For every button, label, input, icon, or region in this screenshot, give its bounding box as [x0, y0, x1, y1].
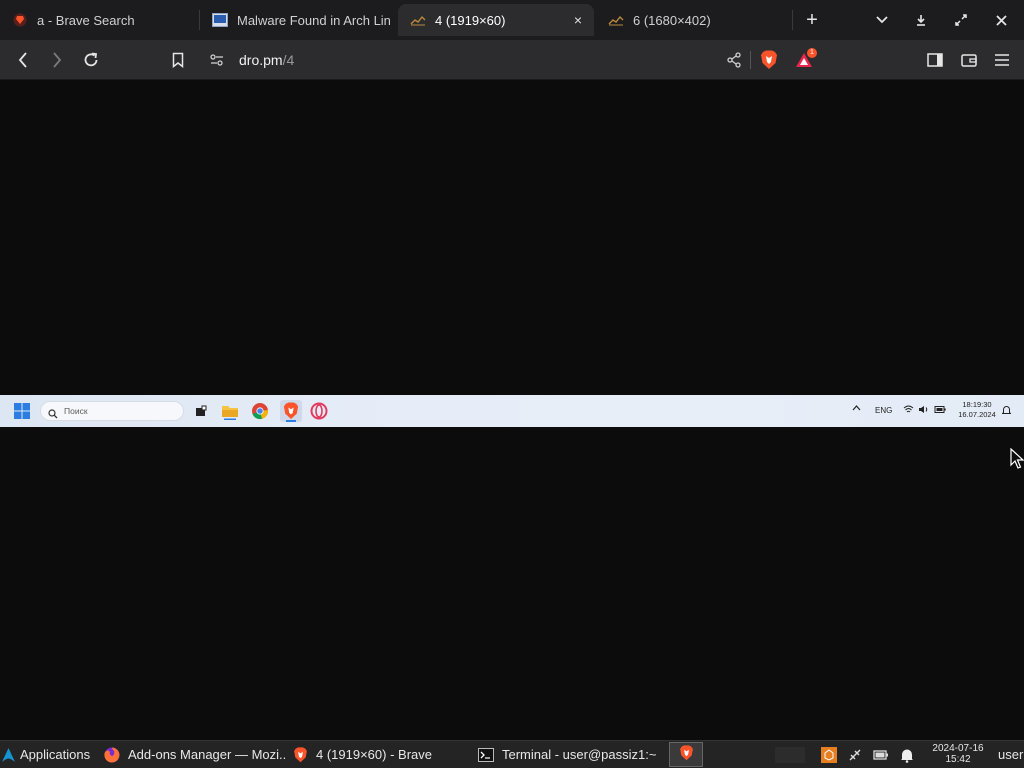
- brave-launcher-icon: [679, 745, 694, 764]
- url-host: dro.pm: [239, 52, 283, 68]
- package-updates-icon[interactable]: [821, 747, 837, 763]
- wifi-icon: [903, 405, 914, 416]
- taskbar-item-terminal[interactable]: Terminal - user@passiz1:~: [474, 741, 662, 768]
- applications-label: Applications: [20, 747, 91, 762]
- tab-title: 4 (1919×60): [435, 12, 506, 28]
- terminal-icon: [478, 747, 494, 763]
- sidebar-toggle-icon[interactable]: [923, 48, 947, 72]
- arch-logo-icon: [2, 747, 16, 763]
- bell-icon: [1001, 405, 1012, 417]
- search-icon: [48, 406, 58, 424]
- windows-time: 18:19:30: [962, 400, 992, 409]
- menu-icon[interactable]: [990, 48, 1014, 72]
- taskbar-clock[interactable]: 2024-07-16 15:42: [926, 743, 990, 765]
- tab-separator: [792, 10, 793, 30]
- tab-image-6[interactable]: 6 (1680×402): [596, 4, 790, 36]
- share-icon[interactable]: [726, 52, 742, 73]
- back-arrow-icon[interactable]: [11, 48, 35, 72]
- brave-search-icon: [12, 12, 28, 28]
- tab-malware-article[interactable]: Malware Found in Arch Lin: [200, 4, 390, 36]
- notifications-badge: 1: [807, 48, 817, 58]
- clock-date: 2024-07-16: [932, 743, 984, 754]
- tab-brave-search[interactable]: a - Brave Search: [0, 4, 198, 36]
- address-bar[interactable]: dro.pm/4 1: [202, 46, 820, 74]
- windows-date: 16.07.2024: [958, 410, 996, 419]
- network-disconnected-icon[interactable]: [847, 747, 863, 763]
- minimize-icon[interactable]: [909, 8, 933, 32]
- file-explorer-icon: [221, 402, 239, 420]
- image-icon: [608, 12, 624, 28]
- taskbar-item-firefox[interactable]: Add-ons Manager — Mozi...: [100, 741, 286, 768]
- windows-start-icon: [14, 403, 30, 419]
- opera-icon: [310, 402, 328, 420]
- tab-title: a - Brave Search: [37, 12, 135, 28]
- user-menu[interactable]: user: [998, 747, 1023, 762]
- url-path: /4: [282, 52, 295, 68]
- task-view-icon: [192, 402, 210, 420]
- language-indicator: ENG: [875, 406, 893, 415]
- url-divider: [750, 51, 751, 69]
- windows-clock: 18:19:30 16.07.2024: [955, 400, 999, 420]
- tab-search-chevron-icon[interactable]: [870, 8, 894, 32]
- mouse-cursor-icon: [1010, 447, 1024, 475]
- reload-icon[interactable]: [79, 48, 103, 72]
- active-indicator: [286, 420, 296, 422]
- forward-arrow-icon[interactable]: [45, 48, 69, 72]
- applications-menu-button[interactable]: Applications: [2, 741, 96, 768]
- displayed-image: Поиск ENG 18:19:30 16.07.2024: [0, 395, 1024, 427]
- brave-rewards-icon[interactable]: 1: [795, 48, 817, 73]
- windows-search-placeholder: Поиск: [64, 406, 88, 416]
- taskbar-brave-launcher[interactable]: [669, 742, 703, 767]
- tray-spacer: [775, 747, 805, 763]
- brave-app-icon: [280, 400, 302, 422]
- windows-search-box: Поиск: [40, 401, 184, 421]
- tab-image-4[interactable]: 4 (1919×60) ×: [398, 4, 594, 36]
- notifications-bell-icon[interactable]: [899, 747, 915, 763]
- taskbar-item-label: 4 (1919×60) - Brave: [316, 747, 432, 762]
- chrome-icon: [251, 402, 269, 420]
- taskbar-item-label: Terminal - user@passiz1:~: [502, 747, 657, 762]
- new-tab-button[interactable]: +: [800, 8, 824, 32]
- site-settings-icon[interactable]: [209, 52, 225, 73]
- battery-icon: [934, 405, 946, 416]
- os-taskbar: Applications Add-ons Manager — Mozi... 4…: [0, 740, 1024, 768]
- tab-strip: a - Brave Search Malware Found in Arch L…: [0, 0, 1024, 40]
- tab-title: Malware Found in Arch Lin: [237, 12, 390, 28]
- brave-shields-icon[interactable]: [760, 50, 778, 75]
- restore-icon[interactable]: [949, 8, 973, 32]
- tab-title: 6 (1680×402): [633, 12, 711, 28]
- bookmark-icon[interactable]: [166, 48, 190, 72]
- battery-tray-icon[interactable]: [873, 747, 889, 763]
- page-viewport: Поиск ENG 18:19:30 16.07.2024: [0, 80, 1024, 740]
- wallet-icon[interactable]: [957, 48, 981, 72]
- clock-time: 15:42: [945, 754, 971, 765]
- tray-chevron-icon: [852, 404, 861, 413]
- news-page-icon: [212, 12, 228, 28]
- volume-icon: [918, 405, 929, 416]
- taskbar-item-brave[interactable]: 4 (1919×60) - Brave: [288, 741, 468, 768]
- taskbar-item-label: Add-ons Manager — Mozi...: [128, 747, 286, 762]
- close-window-icon[interactable]: [989, 8, 1013, 32]
- brave-icon: [292, 746, 308, 763]
- browser-toolbar: dro.pm/4 1: [0, 40, 1024, 80]
- url-text[interactable]: dro.pm/4: [239, 52, 294, 68]
- close-tab-icon[interactable]: ×: [570, 12, 586, 28]
- firefox-icon: [104, 747, 120, 763]
- image-icon: [410, 12, 426, 28]
